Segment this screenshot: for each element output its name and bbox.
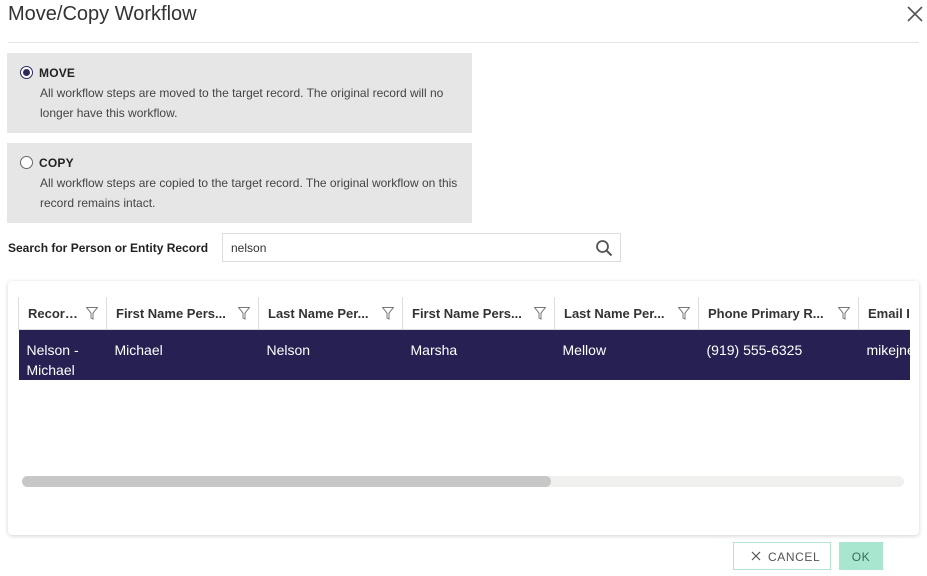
filter-icon[interactable] <box>238 307 250 320</box>
cell-last-name-2: Mellow <box>554 329 699 380</box>
scrollbar-thumb[interactable] <box>22 476 552 487</box>
cell-record: Nelson - Michael <box>18 329 107 380</box>
column-header-email[interactable]: Email I <box>858 297 910 330</box>
move-option-description: All workflow steps are moved to the targ… <box>40 86 444 120</box>
column-header-record[interactable]: Record... <box>18 297 107 330</box>
cell-last-name: Nelson <box>258 329 403 380</box>
copy-option-description: All workflow steps are copied to the tar… <box>40 176 458 210</box>
column-header-last-name-person-2[interactable]: Last Name Per... <box>554 297 699 330</box>
search-input[interactable] <box>231 239 581 256</box>
close-icon <box>751 551 761 561</box>
grid-viewport: Record... First Name Pers... Last Name P… <box>18 297 910 385</box>
column-header-first-name-person-2[interactable]: First Name Pers... <box>402 297 555 330</box>
filter-icon[interactable] <box>678 307 690 320</box>
cell-phone: (919) 555-6325 <box>698 329 859 380</box>
column-header-first-name-person[interactable]: First Name Pers... <box>106 297 259 330</box>
move-radio[interactable] <box>20 66 33 79</box>
search-box[interactable] <box>222 233 621 262</box>
move-option[interactable]: MOVE All workflow steps are moved to the… <box>7 53 472 133</box>
copy-option-label: COPY <box>39 156 74 170</box>
cancel-button-label: CANCEL <box>768 550 821 564</box>
close-icon[interactable] <box>905 4 925 24</box>
title-divider <box>8 42 919 43</box>
ok-button[interactable]: OK <box>839 542 883 570</box>
cell-first-name: Michael <box>106 329 259 380</box>
horizontal-scrollbar[interactable] <box>22 476 904 487</box>
filter-icon[interactable] <box>382 307 394 320</box>
move-option-label: MOVE <box>39 66 76 80</box>
column-header-phone-primary[interactable]: Phone Primary R... <box>698 297 859 330</box>
copy-option[interactable]: COPY All workflow steps are copied to th… <box>7 143 472 223</box>
filter-icon[interactable] <box>838 307 850 320</box>
filter-icon[interactable] <box>86 307 98 320</box>
search-label: Search for Person or Entity Record <box>8 241 209 255</box>
column-header-last-name-person[interactable]: Last Name Per... <box>258 297 403 330</box>
cancel-button[interactable]: CANCEL <box>733 542 831 570</box>
table-header-row: Record... First Name Pers... Last Name P… <box>18 297 910 330</box>
filter-icon[interactable] <box>534 307 546 320</box>
table-row[interactable]: Nelson - Michael Michael Nelson Marsha M… <box>18 329 910 380</box>
cell-email: mikejne <box>858 329 910 380</box>
copy-radio[interactable] <box>20 156 33 169</box>
results-table: Record... First Name Pers... Last Name P… <box>18 297 910 380</box>
dialog-title: Move/Copy Workflow <box>8 3 197 25</box>
ok-button-label: OK <box>851 550 871 564</box>
cell-first-name-2: Marsha <box>402 329 555 380</box>
search-icon[interactable] <box>595 239 613 257</box>
results-grid: Record... First Name Pers... Last Name P… <box>8 281 919 535</box>
